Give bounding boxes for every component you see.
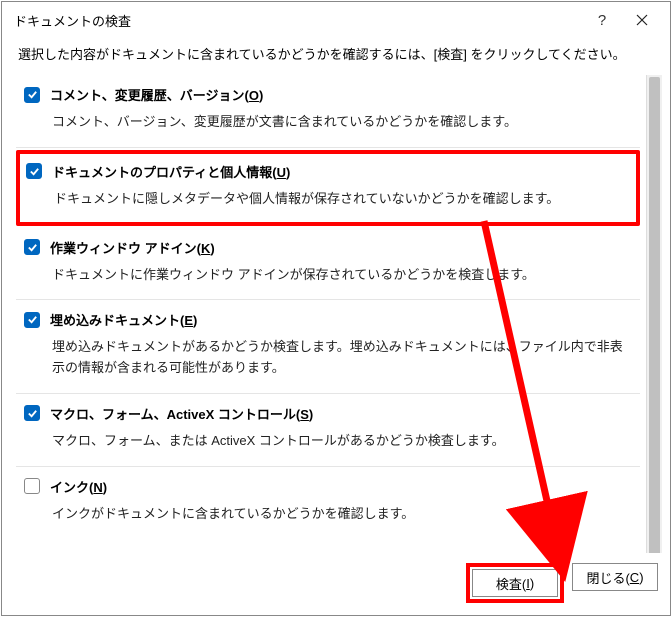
item-header: マクロ、フォーム、ActiveX コントロール(S) — [24, 404, 632, 423]
scrollbar[interactable] — [646, 75, 662, 553]
item-description: インクがドキュメントに含まれているかどうかを確認します。 — [52, 504, 632, 525]
item-checkbox[interactable] — [24, 405, 40, 421]
inspection-item: インク(N) インクがドキュメントに含まれているかどうかを確認します。 — [16, 467, 640, 539]
content-area: コメント、変更履歴、バージョン(O) コメント、バージョン、変更履歴が文書に含ま… — [2, 75, 670, 553]
item-checkbox[interactable] — [24, 87, 40, 103]
item-checkbox[interactable] — [26, 163, 42, 179]
inspection-items-list: コメント、変更履歴、バージョン(O) コメント、バージョン、変更履歴が文書に含ま… — [16, 75, 646, 553]
item-description: コメント、バージョン、変更履歴が文書に含まれているかどうかを確認します。 — [52, 112, 632, 133]
item-header: インク(N) — [24, 477, 632, 496]
item-header: ドキュメントのプロパティと個人情報(U) — [26, 162, 630, 181]
item-checkbox[interactable] — [24, 312, 40, 328]
item-checkbox[interactable] — [24, 239, 40, 255]
item-title: マクロ、フォーム、ActiveX コントロール(S) — [50, 404, 313, 423]
inspection-item: 埋め込みドキュメント(E) 埋め込みドキュメントがあるかどうか検査します。埋め込… — [16, 300, 640, 394]
dialog-title: ドキュメントの検査 — [14, 11, 582, 30]
scrollbar-thumb[interactable] — [649, 77, 660, 553]
item-description: マクロ、フォーム、または ActiveX コントロールがあるかどうか検査します。 — [52, 431, 632, 452]
inspection-item: マクロ、フォーム、ActiveX コントロール(S) マクロ、フォーム、または … — [16, 394, 640, 467]
help-button[interactable]: ? — [582, 5, 622, 35]
titlebar: ドキュメントの検査 ? — [2, 2, 670, 38]
inspect-button-highlight: 検査(I) — [466, 563, 564, 603]
item-title: コメント、変更履歴、バージョン(O) — [50, 85, 263, 104]
dialog-footer: 検査(I) 閉じる(C) — [2, 553, 670, 615]
inspection-item: 作業ウィンドウ アドイン(K) ドキュメントに作業ウィンドウ アドインが保存され… — [16, 228, 640, 301]
inspection-item: ドキュメントのプロパティと個人情報(U) ドキュメントに隠しメタデータや個人情報… — [16, 150, 640, 226]
item-header: 作業ウィンドウ アドイン(K) — [24, 238, 632, 257]
item-title: ドキュメントのプロパティと個人情報(U) — [52, 162, 290, 181]
item-checkbox[interactable] — [24, 478, 40, 494]
item-title: 埋め込みドキュメント(E) — [50, 310, 197, 329]
close-icon[interactable] — [622, 5, 662, 35]
item-description: 埋め込みドキュメントがあるかどうか検査します。埋め込みドキュメントには、ファイル… — [52, 337, 632, 379]
instruction-text: 選択した内容がドキュメントに含まれているかどうかを確認するには、[検査] をクリ… — [2, 38, 670, 75]
inspect-button[interactable]: 検査(I) — [472, 569, 558, 597]
document-inspector-dialog: ドキュメントの検査 ? 選択した内容がドキュメントに含まれているかどうかを確認す… — [1, 1, 671, 616]
item-description: ドキュメントに隠しメタデータや個人情報が保存されていないかどうかを確認します。 — [54, 189, 630, 210]
item-header: 埋め込みドキュメント(E) — [24, 310, 632, 329]
close-button[interactable]: 閉じる(C) — [572, 563, 658, 591]
item-title: 作業ウィンドウ アドイン(K) — [50, 238, 215, 257]
item-header: コメント、変更履歴、バージョン(O) — [24, 85, 632, 104]
inspection-item: コメント、変更履歴、バージョン(O) コメント、バージョン、変更履歴が文書に含ま… — [16, 75, 640, 148]
item-title: インク(N) — [50, 477, 107, 496]
item-description: ドキュメントに作業ウィンドウ アドインが保存されているかどうかを検査します。 — [52, 265, 632, 286]
